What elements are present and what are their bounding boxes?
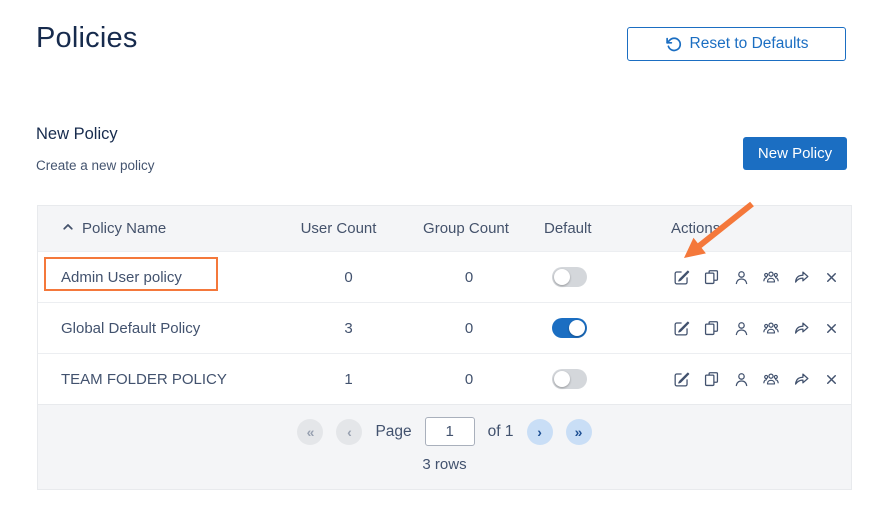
default-toggle[interactable] [552,267,587,287]
share-icon[interactable] [791,369,811,389]
double-chevron-right-icon: » [575,425,583,439]
page-number-input[interactable] [425,417,475,446]
assign-group-icon[interactable] [761,369,781,389]
edit-icon[interactable] [671,369,691,389]
pagination: « ‹ Page of 1 › » [38,405,851,446]
assign-user-icon[interactable] [731,318,751,338]
policy-name-cell: Global Default Policy [38,320,261,337]
user-count-cell: 0 [261,269,416,286]
group-count-cell: 0 [416,269,516,286]
table-row: Admin User policy 0 0 [38,251,851,302]
actions-cell [626,267,851,287]
default-toggle[interactable] [552,369,587,389]
section-heading: New Policy [36,125,118,144]
column-header-user-count: User Count [261,220,416,237]
user-count-cell: 1 [261,371,416,388]
column-header-policy-name[interactable]: Policy Name [38,220,261,238]
column-header-group-count: Group Count [416,220,516,237]
next-page-button[interactable]: › [527,419,553,445]
new-policy-button[interactable]: New Policy [743,137,847,170]
chevron-left-icon: ‹ [347,425,352,439]
policy-name-cell: TEAM FOLDER POLICY [38,371,261,388]
double-chevron-left-icon: « [307,425,315,439]
remove-icon[interactable] [821,318,841,338]
copy-icon[interactable] [701,267,721,287]
chevron-right-icon: › [537,425,542,439]
policies-table: Policy Name User Count Group Count Defau… [37,205,852,490]
copy-icon[interactable] [701,369,721,389]
assign-group-icon[interactable] [761,267,781,287]
share-icon[interactable] [791,318,811,338]
table-header-row: Policy Name User Count Group Count Defau… [38,206,851,251]
default-toggle[interactable] [552,318,587,338]
reset-icon [665,36,682,53]
assign-group-icon[interactable] [761,318,781,338]
rows-count-label: 3 rows [38,456,851,473]
page-title: Policies [36,22,138,55]
edit-icon[interactable] [671,267,691,287]
assign-user-icon[interactable] [731,369,751,389]
column-header-actions: Actions [626,220,851,237]
table-footer: « ‹ Page of 1 › » 3 rows [38,404,851,489]
column-header-default: Default [516,220,626,237]
share-icon[interactable] [791,267,811,287]
page-of-label: of 1 [488,423,514,441]
group-count-cell: 0 [416,371,516,388]
first-page-button[interactable]: « [297,419,323,445]
remove-icon[interactable] [821,267,841,287]
reset-to-defaults-button[interactable]: Reset to Defaults [627,27,846,61]
actions-cell [626,318,851,338]
group-count-cell: 0 [416,320,516,337]
assign-user-icon[interactable] [731,267,751,287]
section-subheading: Create a new policy [36,158,155,173]
sort-ascending-icon [61,220,75,238]
actions-cell [626,369,851,389]
last-page-button[interactable]: » [566,419,592,445]
reset-button-label: Reset to Defaults [690,35,809,53]
copy-icon[interactable] [701,318,721,338]
user-count-cell: 3 [261,320,416,337]
table-row: TEAM FOLDER POLICY 1 0 [38,353,851,404]
previous-page-button[interactable]: ‹ [336,419,362,445]
remove-icon[interactable] [821,369,841,389]
edit-icon[interactable] [671,318,691,338]
page-label: Page [375,423,411,441]
policy-name-cell: Admin User policy [38,269,261,286]
table-row: Global Default Policy 3 0 [38,302,851,353]
policies-page: Policies Reset to Defaults New Policy Cr… [0,0,889,524]
